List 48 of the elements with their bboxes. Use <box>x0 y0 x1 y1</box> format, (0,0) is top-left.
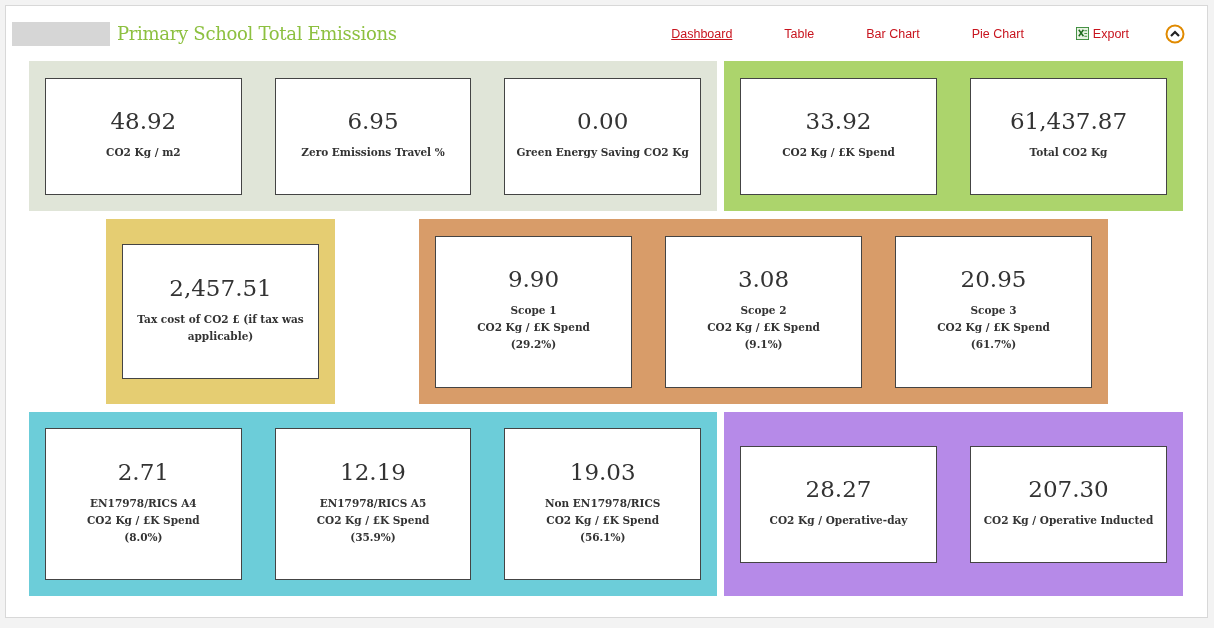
metric-label: EN17978/RICS A4 <box>90 495 197 511</box>
metric-label: CO2 Kg / £K Spend <box>546 512 660 528</box>
metric-value: 207.30 <box>1028 475 1109 502</box>
nav-link[interactable]: Table <box>758 26 841 41</box>
metric-value: 2,457.51 <box>169 274 272 301</box>
metric-label: Zero Emissions Travel % <box>301 144 445 160</box>
metric-label: CO2 Kg / Operative-day <box>769 512 908 528</box>
metric-value: 0.00 <box>577 107 629 134</box>
metric-label: (56.1%) <box>579 529 626 545</box>
metric-label: CO2 Kg / £K Spend <box>316 512 430 528</box>
nav-link[interactable]: Bar Chart <box>840 26 946 41</box>
metric-value: 28.27 <box>805 475 872 502</box>
metric-label: (35.9%) <box>350 529 396 545</box>
metric-label: Scope 3 <box>970 303 1017 318</box>
metric-label: CO2 Kg / £K Spend <box>937 320 1050 335</box>
metric-value: 20.95 <box>960 266 1027 292</box>
metric-label: (8.0%) <box>124 529 163 545</box>
metric-label: (29.2%) <box>510 337 557 352</box>
metric-label: Tax cost of CO2 £ (if tax was applicable) <box>136 311 305 344</box>
metric-label: Total CO2 Kg <box>1029 144 1108 160</box>
metric-label: (61.7%) <box>970 337 1017 352</box>
page-title: Primary School Total Emissions <box>117 23 397 44</box>
metric-label: (9.1%) <box>744 337 783 352</box>
nav-link[interactable]: Dashboard <box>645 26 759 41</box>
metric-value: 61,437.87 <box>1009 107 1128 134</box>
metric-value: 33.92 <box>805 107 872 134</box>
metric-label: CO2 Kg / £K Spend <box>86 512 200 528</box>
metric-label: Green Energy Saving CO2 Kg <box>516 144 689 160</box>
metric-label: Non EN17978/RICS <box>544 495 661 511</box>
nav-link[interactable]: Pie Chart <box>945 26 1050 41</box>
metric-label: CO2 Kg / m2 <box>106 144 181 160</box>
metric-label: Scope 2 <box>740 303 787 318</box>
metric-value: 2.71 <box>117 458 169 485</box>
metric-label: CO2 Kg / £K Spend <box>477 320 590 335</box>
collapse-icon[interactable] <box>1165 23 1185 44</box>
metric-label: Scope 1 <box>510 303 557 318</box>
metric-value: 6.95 <box>347 107 399 134</box>
export-link[interactable]: Export <box>1049 26 1155 41</box>
metric-label: CO2 Kg / £K Spend <box>782 144 895 160</box>
spreadsheet-icon <box>1075 27 1089 40</box>
metric-value: 48.92 <box>110 107 177 134</box>
metric-value: 9.90 <box>507 266 560 292</box>
metric-label: EN17978/RICS A5 <box>319 495 427 511</box>
metric-label: CO2 Kg / Operative Inducted <box>983 512 1154 528</box>
metric-value: 19.03 <box>569 458 636 485</box>
metric-value: 12.19 <box>340 458 406 485</box>
metric-label: CO2 Kg / £K Spend <box>707 320 820 335</box>
metric-value: 3.08 <box>737 266 790 292</box>
